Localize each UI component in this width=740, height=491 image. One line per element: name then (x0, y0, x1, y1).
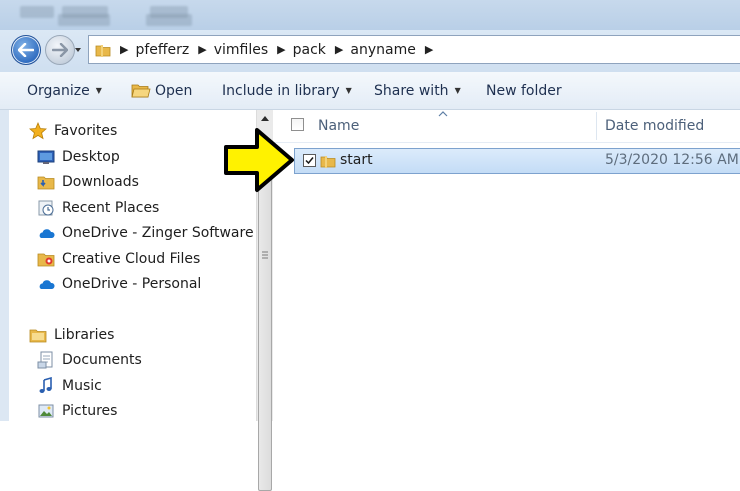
recent-pages-chevron-icon[interactable] (74, 46, 82, 54)
scrollbar-thumb[interactable] (258, 143, 272, 491)
nav-desktop[interactable]: Desktop (37, 146, 120, 168)
highlight-arrow-icon (224, 128, 294, 192)
new-folder-button[interactable]: New folder (486, 72, 562, 109)
file-row[interactable]: start 5/3/2020 12:56 AM (294, 148, 740, 174)
open-folder-icon (131, 84, 151, 97)
include-in-library-button[interactable]: Include in library ▼ (222, 72, 352, 109)
recent-places-icon (37, 199, 55, 217)
nav-label: Music (62, 378, 102, 394)
nav-label: Pictures (62, 403, 118, 419)
nav-favorites[interactable]: Favorites (29, 120, 117, 142)
onedrive-cloud-icon (37, 275, 55, 293)
nav-creative-cloud-files[interactable]: Creative Cloud Files (37, 248, 200, 270)
new-folder-label: New folder (486, 82, 562, 99)
nav-libraries[interactable]: Libraries (29, 324, 114, 346)
row-checkbox[interactable] (303, 154, 316, 167)
nav-label: Libraries (54, 327, 115, 343)
breadcrumb-item[interactable]: vimfiles (214, 42, 268, 58)
forward-arrow-icon (52, 43, 68, 57)
background-window-strip (0, 0, 740, 30)
breadcrumb-separator-icon[interactable]: ▶ (198, 43, 206, 56)
nav-pictures[interactable]: Pictures (37, 400, 117, 421)
organize-button[interactable]: Organize ▼ (27, 72, 102, 109)
nav-label: Downloads (62, 174, 139, 190)
nav-label: OneDrive - Personal (62, 276, 202, 292)
back-arrow-icon (18, 43, 34, 57)
breadcrumb-item[interactable]: pack (293, 42, 326, 58)
back-button[interactable] (11, 35, 41, 65)
breadcrumb-item[interactable]: pfefferz (135, 42, 189, 58)
forward-button[interactable] (45, 35, 75, 65)
nav-recent-places[interactable]: Recent Places (37, 197, 159, 219)
pictures-icon (37, 402, 55, 420)
include-in-library-label: Include in library (222, 82, 340, 99)
nav-onedrive-personal[interactable]: OneDrive - Personal (37, 273, 201, 295)
organize-label: Organize (27, 82, 90, 99)
nav-label: Desktop (62, 149, 120, 165)
open-button[interactable]: Open (131, 72, 192, 109)
dropdown-caret-icon: ▼ (345, 86, 352, 95)
breadcrumb-item[interactable]: anyname (350, 42, 415, 58)
star-icon (29, 121, 47, 140)
dropdown-caret-icon: ▼ (95, 86, 102, 95)
creative-cloud-folder-icon (37, 250, 55, 268)
desktop-icon (37, 148, 55, 166)
folder-icon (95, 44, 111, 57)
file-list: Name Date modified start 5/3/2020 12:56 … (273, 110, 740, 421)
breadcrumb-separator-icon[interactable]: ▶ (277, 43, 285, 56)
breadcrumb-separator-icon[interactable]: ▶ (335, 43, 343, 56)
documents-icon (37, 351, 55, 369)
name-column-header[interactable]: Name (318, 118, 359, 134)
column-divider[interactable] (596, 112, 597, 140)
music-icon (37, 376, 55, 395)
column-header: Name Date modified (273, 110, 740, 143)
open-label: Open (155, 82, 193, 99)
onedrive-cloud-icon (37, 224, 55, 242)
folder-icon (320, 156, 336, 168)
nav-downloads[interactable]: Downloads (37, 171, 139, 193)
nav-label: Recent Places (62, 200, 160, 216)
libraries-icon (29, 326, 47, 344)
share-with-label: Share with (374, 82, 449, 99)
share-with-button[interactable]: Share with ▼ (374, 72, 461, 109)
date-modified-column-header[interactable]: Date modified (605, 118, 704, 134)
nav-label: Favorites (54, 123, 118, 139)
breadcrumb-separator-icon[interactable]: ▶ (425, 43, 433, 56)
downloads-folder-icon (37, 173, 55, 191)
sort-ascending-icon (438, 111, 448, 117)
grip-icon (262, 251, 268, 259)
nav-label: Creative Cloud Files (62, 251, 201, 267)
dropdown-caret-icon: ▼ (454, 86, 461, 95)
nav-music[interactable]: Music (37, 375, 102, 397)
scroll-up-arrow-icon[interactable] (257, 110, 273, 128)
nav-label: Documents (62, 352, 142, 368)
checkmark-icon (305, 157, 314, 165)
nav-onedrive-zinger[interactable]: OneDrive - Zinger Software Inc (37, 222, 256, 244)
file-name[interactable]: start (340, 152, 373, 168)
file-date-modified: 5/3/2020 12:56 AM (605, 152, 739, 168)
nav-label: OneDrive - Zinger Software Inc (62, 225, 256, 241)
nav-documents[interactable]: Documents (37, 349, 142, 371)
navigation-pane: Favorites Desktop Downloads Recent Place… (0, 110, 256, 421)
address-row: ▶ pfefferz ▶ vimfiles ▶ pack ▶ anyname ▶ (0, 30, 740, 72)
breadcrumb-separator-icon[interactable]: ▶ (120, 43, 128, 56)
address-bar[interactable]: ▶ pfefferz ▶ vimfiles ▶ pack ▶ anyname ▶ (88, 35, 740, 64)
command-bar: Organize ▼ Open Include in library ▼ Sha… (0, 72, 740, 110)
